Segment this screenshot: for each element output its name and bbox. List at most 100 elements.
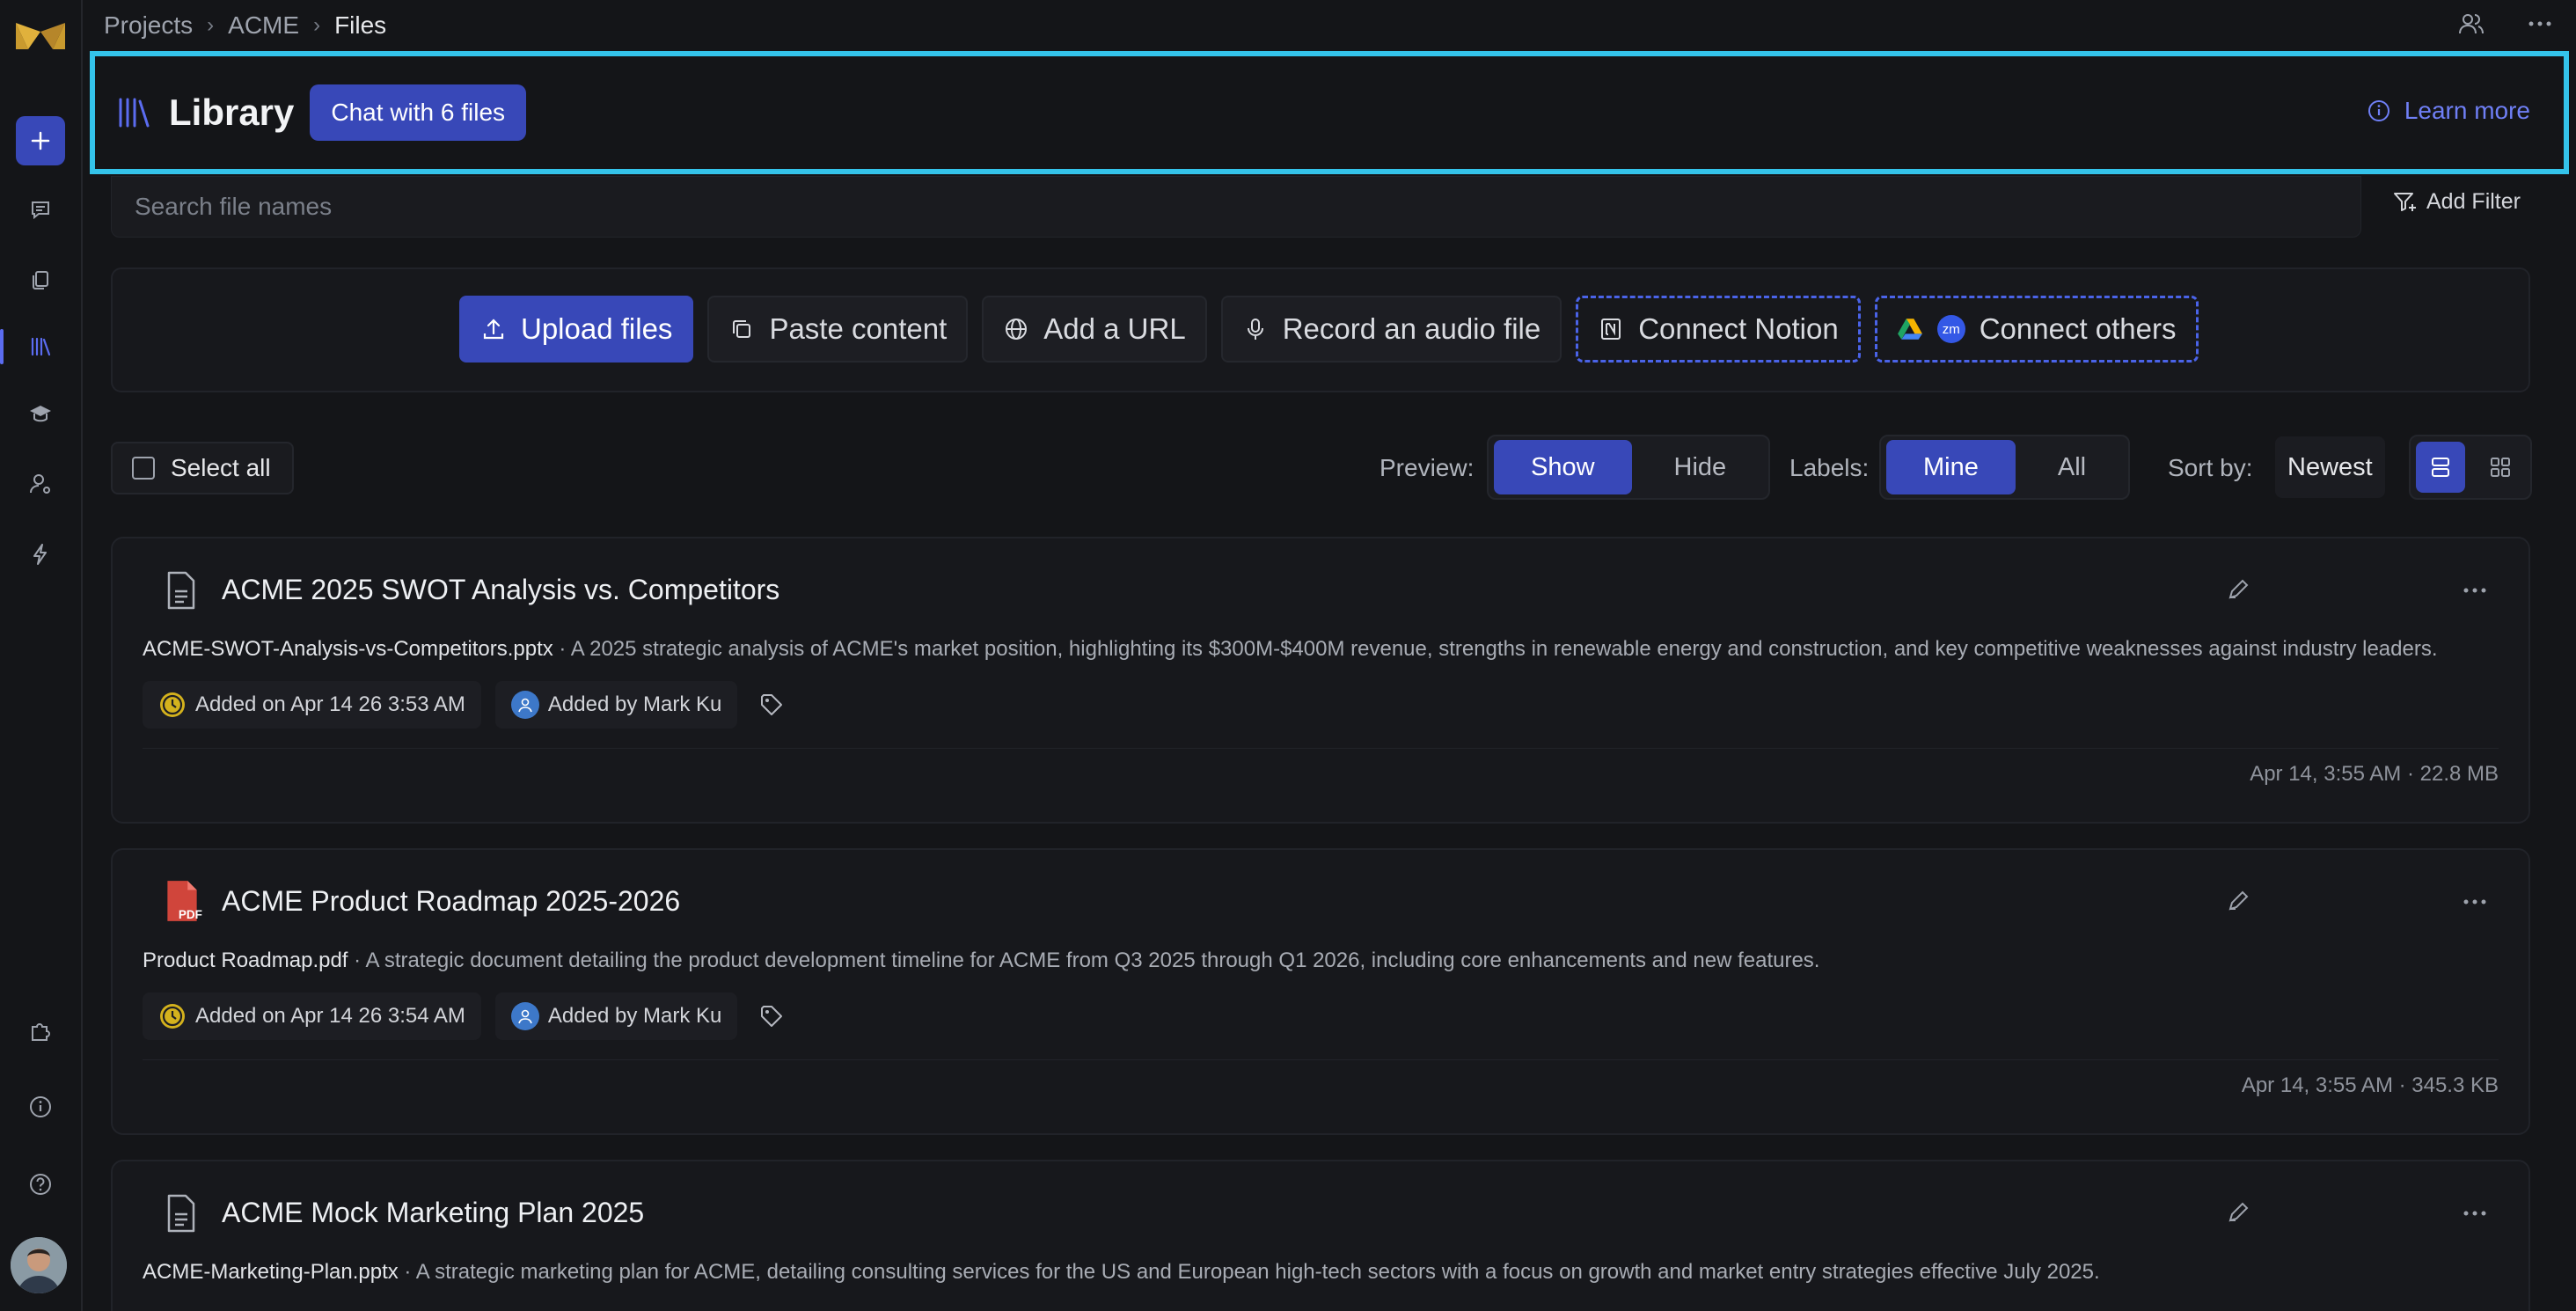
info-icon <box>30 1096 51 1117</box>
sidebar-item-info[interactable] <box>16 1082 65 1132</box>
sidebar-item-library[interactable] <box>0 322 65 371</box>
sidebar-item-learning[interactable] <box>16 389 65 438</box>
share-users-icon[interactable] <box>2456 9 2486 39</box>
library-icon <box>31 337 51 356</box>
sidebar-item-help[interactable] <box>16 1160 65 1209</box>
tag-icon[interactable] <box>758 692 785 718</box>
more-options-icon[interactable] <box>2460 575 2490 605</box>
file-title[interactable]: ACME Product Roadmap 2025-2026 <box>222 885 680 918</box>
edit-pencil-icon[interactable] <box>2226 889 2250 913</box>
paste-content-button[interactable]: Paste content <box>707 296 969 363</box>
breadcrumb-files: Files <box>334 11 387 39</box>
labels-mine-option[interactable]: Mine <box>1886 440 2016 494</box>
user-icon <box>510 691 539 719</box>
breadcrumb-acme[interactable]: ACME <box>228 11 299 40</box>
more-options-icon[interactable] <box>2525 9 2555 39</box>
microphone-icon <box>1247 319 1263 340</box>
page-title: Library <box>169 92 295 133</box>
add-filter-button[interactable]: Add Filter <box>2391 188 2521 215</box>
list-view-icon <box>2432 458 2449 477</box>
clock-icon <box>160 692 185 717</box>
select-all-checkbox[interactable]: Select all <box>111 442 294 494</box>
file-name: ACME-SWOT-Analysis-vs-Competitors.pptx <box>143 637 553 661</box>
file-description: ACME-SWOT-Analysis-vs-Competitors.pptx ·… <box>143 637 2438 662</box>
file-title[interactable]: ACME 2025 SWOT Analysis vs. Competitors <box>222 574 779 606</box>
grid-view-button[interactable] <box>2476 442 2525 493</box>
connect-others-label: Connect others <box>1979 312 2177 345</box>
labels-all-option[interactable]: All <box>2021 440 2123 494</box>
more-options-icon[interactable] <box>2460 887 2490 917</box>
file-card[interactable]: ACME 2025 SWOT Analysis vs. Competitors … <box>111 537 2530 824</box>
file-summary: · A 2025 strategic analysis of ACME's ma… <box>553 637 2438 661</box>
info-icon <box>2367 100 2389 121</box>
document-icon <box>167 571 195 610</box>
grid-view-icon <box>2491 458 2510 477</box>
notion-icon <box>1601 319 1621 340</box>
add-url-label: Add a URL <box>1043 312 1186 345</box>
sidebar-item-documents[interactable] <box>16 255 65 304</box>
checkbox-icon <box>132 457 155 480</box>
added-by-badge: Added by Mark Ku <box>494 681 738 729</box>
added-by-text: Added by Mark Ku <box>547 692 722 716</box>
file-meta: Apr 14, 3:55 AM · 22.8 MB <box>2250 762 2499 786</box>
added-on-text: Added on Apr 14 26 3:54 AM <box>195 1004 465 1028</box>
edit-pencil-icon[interactable] <box>2226 577 2250 602</box>
added-on-badge: Added on Apr 14 26 3:53 AM <box>143 681 481 729</box>
record-audio-button[interactable]: Record an audio file <box>1220 296 1562 363</box>
file-name: ACME-Marketing-Plan.pptx <box>143 1260 399 1284</box>
pdf-icon: PDF <box>167 881 202 921</box>
upload-icon <box>483 319 504 340</box>
file-title[interactable]: ACME Mock Marketing Plan 2025 <box>222 1197 644 1229</box>
file-description: ACME-Marketing-Plan.pptx · A strategic m… <box>143 1260 2100 1285</box>
sort-dropdown[interactable]: Newest <box>2275 436 2385 498</box>
add-filter-label: Add Filter <box>2426 188 2521 214</box>
view-toggle <box>2409 435 2532 500</box>
preview-hide-option[interactable]: Hide <box>1637 440 1764 494</box>
sidebar-item-integrations[interactable] <box>16 1007 65 1056</box>
preview-toggle: Show Hide <box>1487 435 1771 500</box>
new-chat-button[interactable] <box>16 116 65 165</box>
connect-others-button[interactable]: zm Connect others <box>1874 296 2199 363</box>
upload-files-label: Upload files <box>521 312 673 345</box>
copy-icon <box>733 320 751 338</box>
search-input[interactable] <box>112 177 2360 237</box>
app-logo[interactable] <box>14 19 67 53</box>
user-avatar[interactable] <box>11 1237 67 1293</box>
labels-toggle: Mine All <box>1879 435 2131 500</box>
labels-label: Labels: <box>1789 454 1870 481</box>
list-view-button[interactable] <box>2416 442 2465 493</box>
more-options-icon[interactable] <box>2460 1198 2490 1228</box>
chat-with-files-button[interactable]: Chat with 6 files <box>310 84 527 141</box>
select-all-label: Select all <box>171 454 271 481</box>
record-audio-label: Record an audio file <box>1282 312 1541 345</box>
chevron-right-icon: › <box>207 13 215 37</box>
file-card[interactable]: ACME Mock Marketing Plan 2025 ACME-Marke… <box>111 1160 2530 1311</box>
preview-show-option[interactable]: Show <box>1494 440 1632 494</box>
learn-more-link[interactable]: Learn more <box>2366 97 2530 125</box>
file-card[interactable]: PDF ACME Product Roadmap 2025-2026 Produ… <box>111 848 2530 1135</box>
chevron-right-icon: › <box>313 13 321 37</box>
divider <box>143 748 2499 749</box>
user-icon <box>510 1002 539 1030</box>
document-icon <box>167 1194 195 1233</box>
upload-files-button[interactable]: Upload files <box>459 296 694 363</box>
preview-label: Preview: <box>1379 454 1475 481</box>
learn-more-label: Learn more <box>2404 97 2530 124</box>
sidebar-item-users[interactable] <box>16 459 65 509</box>
add-url-button[interactable]: Add a URL <box>982 296 1207 363</box>
sidebar-item-automations[interactable] <box>16 530 65 579</box>
added-by-badge: Added by Mark Ku <box>494 992 738 1040</box>
connect-notion-button[interactable]: Connect Notion <box>1576 296 1861 363</box>
globe-icon <box>1006 319 1028 340</box>
graduation-cap-icon <box>30 406 51 422</box>
filter-add-icon <box>2394 193 2416 211</box>
zoom-icon: zm <box>1936 315 1965 343</box>
file-summary: · A strategic marketing plan for ACME, d… <box>398 1260 2100 1284</box>
chat-bubble-icon <box>32 201 49 220</box>
breadcrumb-projects[interactable]: Projects <box>104 11 193 40</box>
sidebar-item-chats[interactable] <box>16 185 65 234</box>
google-drive-icon <box>1897 319 1922 340</box>
tag-icon[interactable] <box>758 1003 785 1029</box>
connect-notion-label: Connect Notion <box>1638 312 1839 345</box>
edit-pencil-icon[interactable] <box>2226 1200 2250 1225</box>
